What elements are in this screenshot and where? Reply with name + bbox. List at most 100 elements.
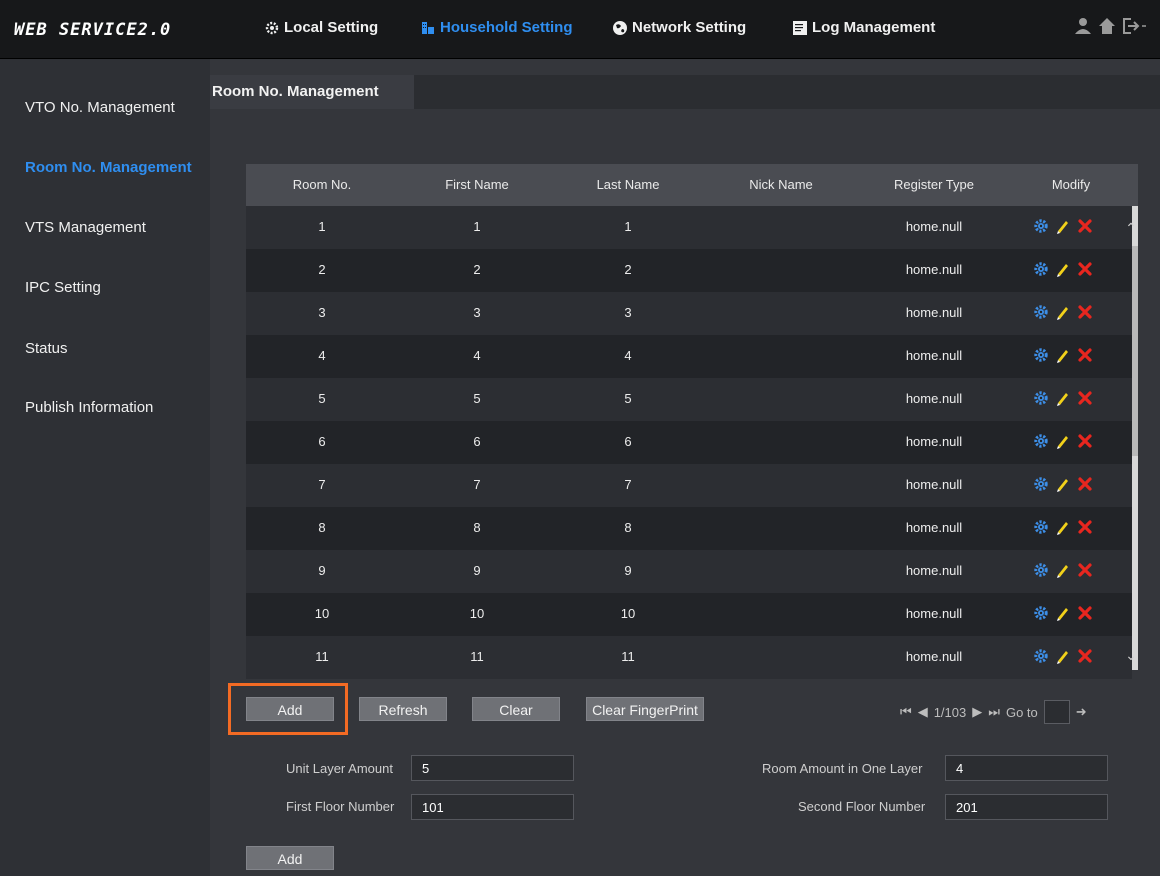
settings-gear-icon[interactable] bbox=[1033, 304, 1049, 320]
settings-gear-icon[interactable] bbox=[1033, 476, 1049, 492]
sidebar-item-publish-information[interactable]: Publish Information bbox=[25, 399, 153, 416]
logout-icon[interactable] bbox=[1122, 17, 1148, 35]
table-header: Room No. First Name Last Name Nick Name … bbox=[246, 164, 1138, 206]
edit-pencil-icon[interactable] bbox=[1055, 433, 1071, 449]
delete-x-icon[interactable] bbox=[1077, 261, 1093, 277]
last-name-cell: 10 bbox=[620, 606, 636, 621]
edit-pencil-icon[interactable] bbox=[1055, 304, 1071, 320]
sidebar-item-vto-no-management[interactable]: VTO No. Management bbox=[25, 99, 175, 116]
register-type-cell: home.null bbox=[905, 305, 963, 320]
settings-gear-icon[interactable] bbox=[1033, 390, 1049, 406]
user-icon[interactable] bbox=[1074, 17, 1092, 35]
refresh-button[interactable]: Refresh bbox=[359, 697, 447, 721]
goto-arrow-icon[interactable]: ➜ bbox=[1076, 704, 1087, 720]
last-name-cell: 7 bbox=[624, 477, 632, 492]
sidebar-item-vts-management[interactable]: VTS Management bbox=[25, 219, 146, 236]
register-type-cell: home.null bbox=[905, 391, 963, 406]
first-floor-number-label: First Floor Number bbox=[286, 799, 395, 814]
tab-room-no-management[interactable]: Room No. Management bbox=[210, 75, 414, 109]
sidebar-item-status[interactable]: Status bbox=[25, 340, 68, 357]
room-no-cell: 1 bbox=[318, 219, 326, 234]
edit-pencil-icon[interactable] bbox=[1055, 562, 1071, 578]
sidebar-item-room-no-management[interactable]: Room No. Management bbox=[25, 159, 192, 176]
goto-page-input[interactable] bbox=[1043, 700, 1070, 724]
table-scrollbar[interactable] bbox=[1132, 206, 1138, 670]
edit-pencil-icon[interactable] bbox=[1055, 476, 1071, 492]
first-name-cell: 6 bbox=[473, 434, 481, 449]
edit-pencil-icon[interactable] bbox=[1055, 519, 1071, 535]
room-no-cell: 4 bbox=[318, 348, 326, 363]
edit-pencil-icon[interactable] bbox=[1055, 390, 1071, 406]
table-row[interactable]: 2 2 2 home.null bbox=[246, 249, 1132, 292]
room-amount-input[interactable] bbox=[945, 755, 1108, 781]
scrollbar-thumb[interactable] bbox=[1132, 246, 1138, 456]
settings-gear-icon[interactable] bbox=[1033, 519, 1049, 535]
table-row[interactable]: 5 5 5 home.null bbox=[246, 378, 1132, 421]
table-row[interactable]: 10 10 10 home.null bbox=[246, 593, 1132, 636]
table-row[interactable]: 9 9 9 home.null bbox=[246, 550, 1132, 593]
table-row[interactable]: 1 1 1 home.null bbox=[246, 206, 1132, 249]
nav-network-setting[interactable]: Network Setting bbox=[612, 19, 746, 36]
edit-pencil-icon[interactable] bbox=[1055, 261, 1071, 277]
second-floor-number-input[interactable] bbox=[945, 794, 1108, 820]
delete-x-icon[interactable] bbox=[1077, 605, 1093, 621]
table-row[interactable]: 11 11 11 home.null bbox=[246, 636, 1132, 679]
delete-x-icon[interactable] bbox=[1077, 390, 1093, 406]
first-name-cell: 2 bbox=[473, 262, 481, 277]
first-floor-number-input[interactable] bbox=[411, 794, 574, 820]
home-icon[interactable] bbox=[1098, 17, 1116, 35]
column-header-register-type: Register Type bbox=[894, 177, 974, 192]
edit-pencil-icon[interactable] bbox=[1055, 347, 1071, 363]
page-indicator: 1/103 bbox=[933, 704, 967, 720]
delete-x-icon[interactable] bbox=[1077, 648, 1093, 664]
table-row[interactable]: 3 3 3 home.null bbox=[246, 292, 1132, 335]
settings-gear-icon[interactable] bbox=[1033, 261, 1049, 277]
table-row[interactable]: 8 8 8 home.null bbox=[246, 507, 1132, 550]
scroll-down-icon[interactable]: ⌄ bbox=[1122, 647, 1140, 665]
delete-x-icon[interactable] bbox=[1077, 304, 1093, 320]
nav-local-setting[interactable]: Local Setting bbox=[264, 19, 378, 36]
settings-gear-icon[interactable] bbox=[1033, 562, 1049, 578]
nav-network-setting-label: Network Setting bbox=[632, 19, 747, 36]
edit-pencil-icon[interactable] bbox=[1055, 648, 1071, 664]
last-name-cell: 8 bbox=[624, 520, 632, 535]
first-page-icon[interactable]: ⏮ bbox=[900, 704, 912, 720]
settings-gear-icon[interactable] bbox=[1033, 347, 1049, 363]
nav-household-setting[interactable]: Household Setting bbox=[420, 19, 573, 36]
settings-gear-icon[interactable] bbox=[1033, 218, 1049, 234]
add-rooms-button[interactable]: Add bbox=[246, 846, 334, 870]
unit-layer-amount-label: Unit Layer Amount bbox=[286, 761, 393, 776]
modify-actions bbox=[1033, 433, 1093, 449]
settings-gear-icon[interactable] bbox=[1033, 433, 1049, 449]
delete-x-icon[interactable] bbox=[1077, 347, 1093, 363]
delete-x-icon[interactable] bbox=[1077, 476, 1093, 492]
room-amount-label: Room Amount in One Layer bbox=[762, 761, 923, 776]
settings-gear-icon[interactable] bbox=[1033, 605, 1049, 621]
first-name-cell: 11 bbox=[470, 649, 484, 664]
scroll-up-icon[interactable]: ⌃ bbox=[1122, 220, 1140, 238]
first-name-cell: 5 bbox=[473, 391, 481, 406]
next-page-icon[interactable]: ▶ bbox=[972, 704, 982, 720]
prev-page-icon[interactable]: ◀ bbox=[918, 704, 928, 720]
last-name-cell: 5 bbox=[624, 391, 632, 406]
delete-x-icon[interactable] bbox=[1077, 218, 1093, 234]
last-page-icon[interactable]: ⏭ bbox=[988, 704, 1000, 720]
edit-pencil-icon[interactable] bbox=[1055, 605, 1071, 621]
settings-gear-icon[interactable] bbox=[1033, 648, 1049, 664]
delete-x-icon[interactable] bbox=[1077, 433, 1093, 449]
clear-button[interactable]: Clear bbox=[472, 697, 560, 721]
edit-pencil-icon[interactable] bbox=[1055, 218, 1071, 234]
nav-log-management[interactable]: Log Management bbox=[792, 19, 935, 36]
clear-fingerprint-button[interactable]: Clear FingerPrint bbox=[586, 697, 704, 721]
column-header-last-name: Last Name bbox=[596, 177, 660, 192]
sidebar-item-ipc-setting[interactable]: IPC Setting bbox=[25, 279, 101, 296]
table-row[interactable]: 4 4 4 home.null bbox=[246, 335, 1132, 378]
unit-layer-amount-input[interactable] bbox=[411, 755, 574, 781]
table-row[interactable]: 7 7 7 home.null bbox=[246, 464, 1132, 507]
add-button[interactable]: Add bbox=[246, 697, 334, 721]
register-type-cell: home.null bbox=[905, 477, 963, 492]
delete-x-icon[interactable] bbox=[1077, 519, 1093, 535]
nav-household-setting-label: Household Setting bbox=[440, 19, 573, 36]
delete-x-icon[interactable] bbox=[1077, 562, 1093, 578]
table-row[interactable]: 6 6 6 home.null bbox=[246, 421, 1132, 464]
